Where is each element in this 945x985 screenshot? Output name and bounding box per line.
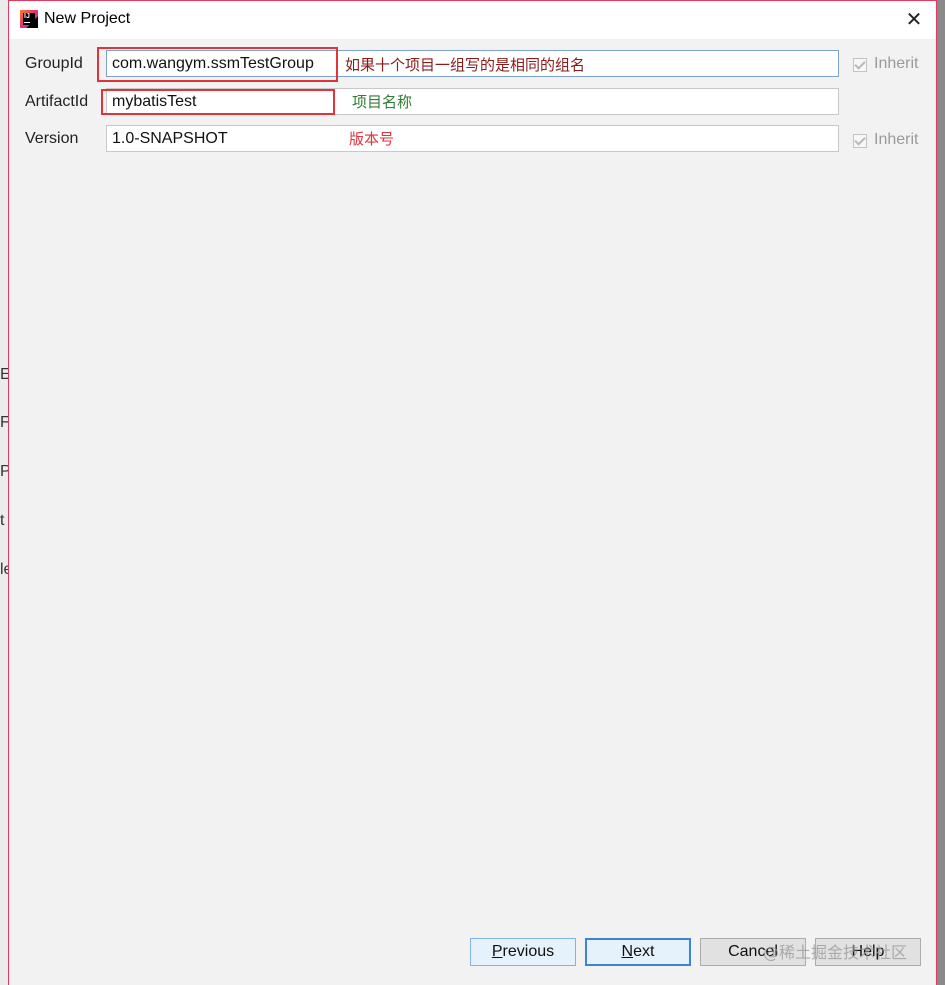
next-button[interactable]: Next	[585, 938, 691, 966]
inherit-label: Inherit	[874, 55, 919, 72]
version-value: 1.0-SNAPSHOT	[112, 130, 228, 147]
artifactid-highlight-box	[101, 89, 335, 115]
version-label: Version	[25, 130, 79, 147]
close-icon[interactable]: ✕	[904, 9, 924, 29]
groupid-label: GroupId	[25, 55, 83, 72]
groupid-highlight-box	[97, 47, 338, 82]
artifactid-annotation: 项目名称	[352, 93, 413, 111]
groupid-annotation: 如果十个项目一组写的是相同的组名	[345, 56, 586, 74]
version-input[interactable]: 1.0-SNAPSHOT	[106, 125, 839, 152]
next-label: ext	[633, 943, 655, 960]
watermark-text: @稀土掘金技术社区	[763, 943, 908, 962]
previous-mnemonic: P	[491, 943, 503, 960]
previous-button[interactable]: Previous	[470, 938, 576, 966]
artifactid-label: ArtifactId	[25, 93, 89, 110]
intellij-app-icon: IJ	[20, 10, 38, 28]
version-annotation: 版本号	[349, 130, 395, 148]
inherit-label: Inherit	[874, 131, 919, 148]
previous-label: revious	[502, 943, 555, 960]
dialog-title: New Project	[44, 10, 131, 27]
new-project-dialog: IJ New Project ✕ GroupId com.wangym.ssmT…	[8, 0, 937, 985]
title-bar[interactable]: IJ New Project ✕	[9, 1, 936, 39]
checkbox-check-icon	[853, 58, 867, 72]
checkbox-check-icon	[853, 134, 867, 148]
next-mnemonic: N	[621, 943, 634, 960]
